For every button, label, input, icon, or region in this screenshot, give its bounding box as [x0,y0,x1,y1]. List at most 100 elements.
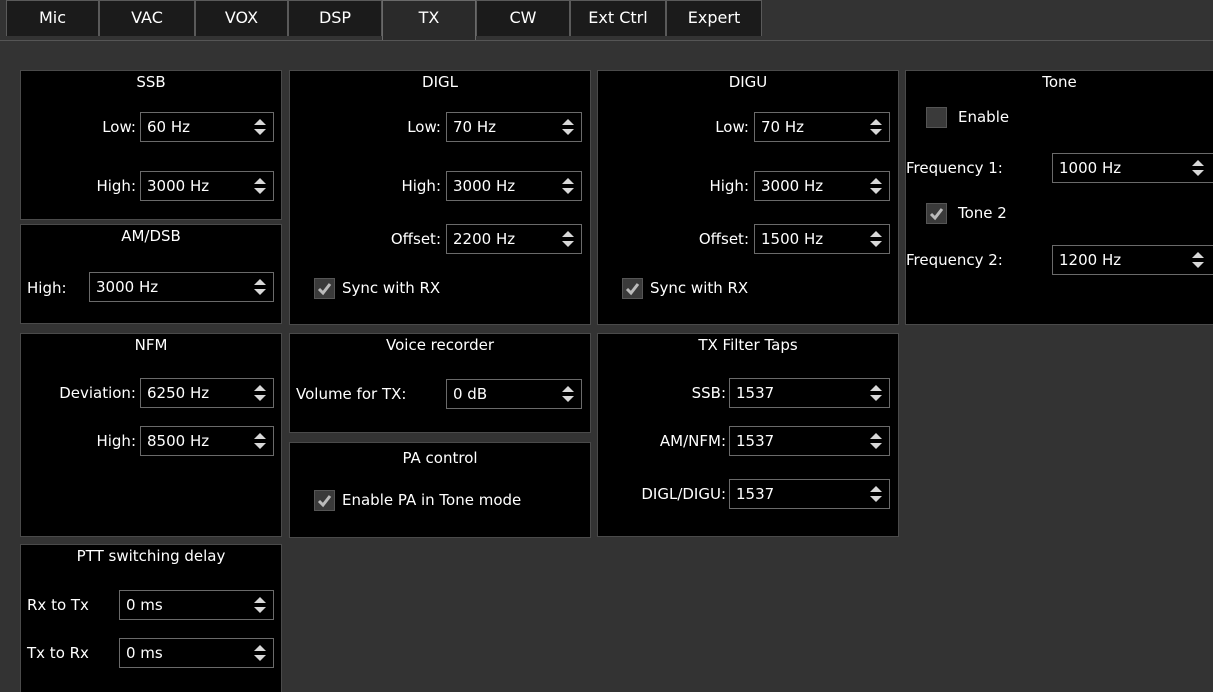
checkmark-icon [317,283,332,296]
digu-group: DIGU Low: 70 Hz High: 3000 Hz Offset: 15… [597,70,899,325]
tab-divider [0,40,1213,41]
pa-control-group: PA control Enable PA in Tone mode [289,442,591,538]
tab-ext-ctrl[interactable]: Ext Ctrl [570,0,666,36]
voice-volume-value: 0 dB [453,385,488,403]
pa-control-title: PA control [402,449,478,467]
amdsb-high-value: 3000 Hz [96,278,159,296]
nfm-high-spinbox[interactable]: 8500 Hz [140,426,274,456]
digl-high-label: High: [401,177,441,195]
nfm-group: NFM Deviation: 6250 Hz High: 8500 Hz [20,333,282,537]
voice-volume-label: Volume for TX: [296,385,407,403]
spin-arrows-icon[interactable] [869,484,883,504]
tone-enable-checkbox[interactable] [926,107,947,128]
spin-arrows-icon[interactable] [869,117,883,137]
checkmark-icon [317,495,332,508]
digl-group: DIGL Low: 70 Hz High: 3000 Hz Offset: 22… [289,70,591,325]
digu-offset-label: Offset: [698,230,749,248]
tx-filter-taps-group: TX Filter Taps SSB: 1537 AM/NFM: 1537 DI… [597,333,899,537]
spin-arrows-icon[interactable] [253,176,267,196]
ssb-high-spinbox[interactable]: 3000 Hz [140,171,274,201]
tone-freq2-value: 1200 Hz [1059,251,1122,269]
spin-arrows-icon[interactable] [561,176,575,196]
voice-volume-spinbox[interactable]: 0 dB [446,379,582,409]
ptt-delay-group: PTT switching delay Rx to Tx 0 ms Tx to … [20,544,282,692]
tab-expert[interactable]: Expert [666,0,762,36]
taps-digl-digu-spinbox[interactable]: 1537 [729,479,890,509]
tab-mic[interactable]: Mic [6,0,99,36]
ssb-title: SSB [136,73,166,91]
digu-low-spinbox[interactable]: 70 Hz [754,112,890,142]
pa-enable-checkbox[interactable] [314,490,335,511]
spin-arrows-icon[interactable] [253,431,267,451]
digu-high-spinbox[interactable]: 3000 Hz [754,171,890,201]
digl-sync-checkbox[interactable] [314,278,335,299]
tab-cw[interactable]: CW [476,0,570,36]
spin-arrows-icon[interactable] [253,277,267,297]
spin-arrows-icon[interactable] [253,643,267,663]
nfm-title: NFM [134,336,168,354]
digl-offset-spinbox[interactable]: 2200 Hz [446,224,582,254]
spin-arrows-icon[interactable] [869,383,883,403]
spin-arrows-icon[interactable] [253,595,267,615]
tone2-label: Tone 2 [958,204,1007,222]
voice-recorder-title: Voice recorder [386,336,494,354]
taps-ssb-label: SSB: [691,384,726,402]
ssb-high-value: 3000 Hz [147,177,210,195]
tab-dsp[interactable]: DSP [288,0,382,36]
ptt-tx-to-rx-spinbox[interactable]: 0 ms [119,638,274,668]
digu-offset-value: 1500 Hz [761,230,824,248]
nfm-deviation-spinbox[interactable]: 6250 Hz [140,378,274,408]
tone-title: Tone [1042,73,1077,91]
taps-ssb-spinbox[interactable]: 1537 [729,378,890,408]
taps-amnfm-spinbox[interactable]: 1537 [729,426,890,456]
nfm-deviation-value: 6250 Hz [147,384,210,402]
taps-amnfm-label: AM/NFM: [659,432,726,450]
digl-offset-value: 2200 Hz [453,230,516,248]
tone-freq2-label: Frequency 2: [906,251,1003,269]
tx-filter-taps-title: TX Filter Taps [698,336,798,354]
digu-offset-spinbox[interactable]: 1500 Hz [754,224,890,254]
amdsb-high-spinbox[interactable]: 3000 Hz [89,272,274,302]
taps-digl-digu-value: 1537 [736,485,775,503]
digl-title: DIGL [422,73,458,91]
spin-arrows-icon[interactable] [561,384,575,404]
checkmark-icon [929,208,944,221]
spin-arrows-icon[interactable] [561,117,575,137]
digu-title: DIGU [728,73,768,91]
digl-low-value: 70 Hz [453,118,497,136]
tone2-checkbox[interactable] [926,203,947,224]
spin-arrows-icon[interactable] [561,229,575,249]
ssb-low-label: Low: [102,118,136,136]
tone-freq1-label: Frequency 1: [906,159,1003,177]
digl-low-spinbox[interactable]: 70 Hz [446,112,582,142]
taps-amnfm-value: 1537 [736,432,775,450]
amdsb-group: AM/DSB High: 3000 Hz [20,224,282,324]
spin-arrows-icon[interactable] [253,383,267,403]
digu-sync-checkbox[interactable] [622,278,643,299]
tab-vox[interactable]: VOX [195,0,288,36]
tone-freq1-spinbox[interactable]: 1000 Hz [1052,153,1213,183]
spin-arrows-icon[interactable] [253,117,267,137]
spin-arrows-icon[interactable] [1191,158,1205,178]
spin-arrows-icon[interactable] [869,176,883,196]
ssb-low-spinbox[interactable]: 60 Hz [140,112,274,142]
spin-arrows-icon[interactable] [1191,250,1205,270]
ptt-delay-title: PTT switching delay [76,547,226,565]
digl-high-value: 3000 Hz [453,177,516,195]
tone-freq2-spinbox[interactable]: 1200 Hz [1052,245,1213,275]
ptt-rx-to-tx-spinbox[interactable]: 0 ms [119,590,274,620]
digu-high-value: 3000 Hz [761,177,824,195]
taps-ssb-value: 1537 [736,384,775,402]
spin-arrows-icon[interactable] [869,431,883,451]
spin-arrows-icon[interactable] [869,229,883,249]
nfm-high-label: High: [96,432,136,450]
tab-tx[interactable]: TX [382,0,476,40]
digl-high-spinbox[interactable]: 3000 Hz [446,171,582,201]
tab-vac[interactable]: VAC [99,0,195,36]
digl-offset-label: Offset: [390,230,441,248]
checkmark-icon [625,283,640,296]
tone-enable-label: Enable [958,108,1010,126]
ptt-tx-to-rx-value: 0 ms [126,644,163,662]
digu-high-label: High: [709,177,749,195]
amdsb-high-label: High: [27,279,67,297]
